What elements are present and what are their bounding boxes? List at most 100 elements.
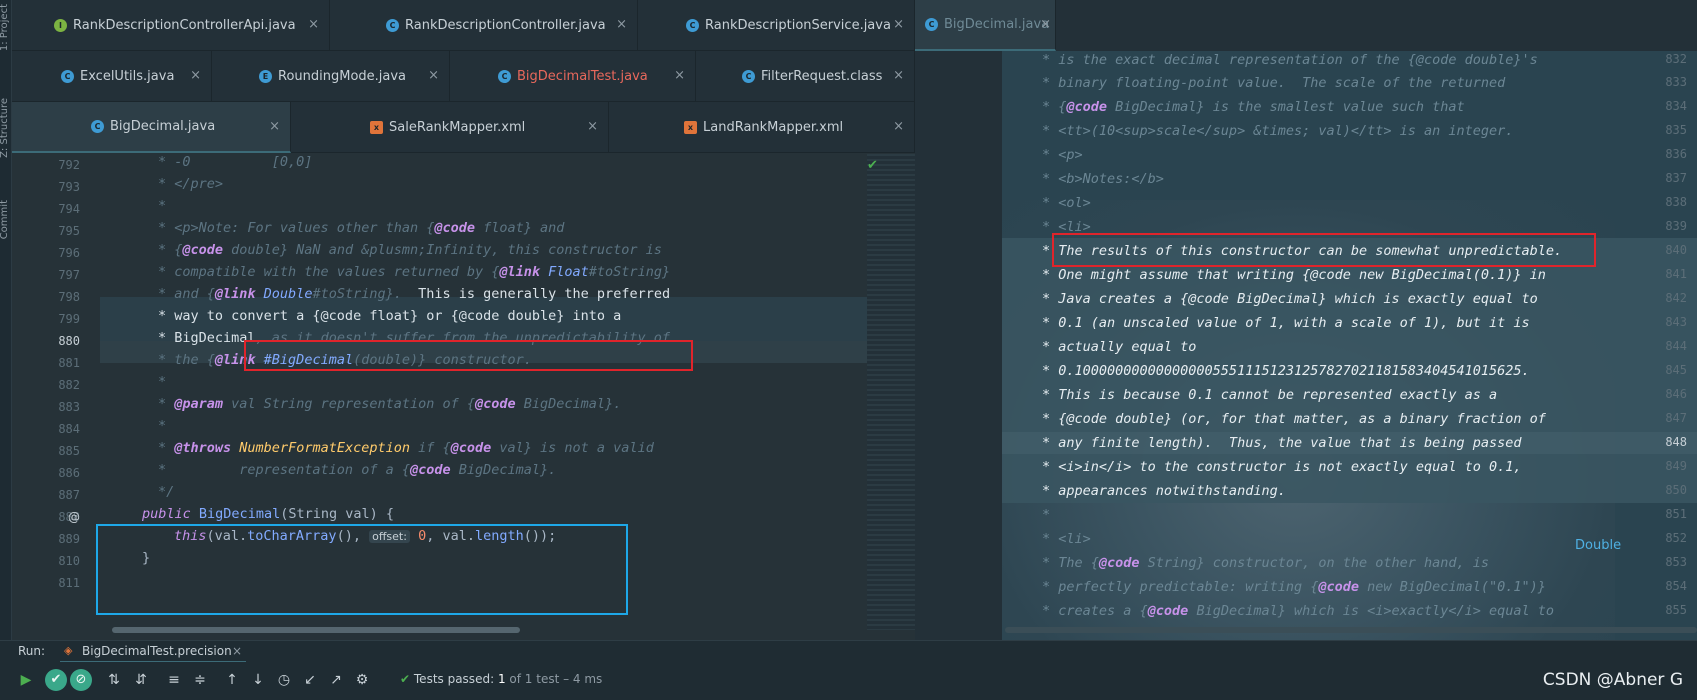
close-icon[interactable]: × <box>1040 17 1051 32</box>
import-tests-icon[interactable]: ↙ <box>300 670 320 690</box>
doc-tag: @link <box>499 264 541 280</box>
doc-link[interactable]: Float <box>540 264 589 280</box>
run-config-tab[interactable]: BigDecimalTest.precision <box>82 644 232 658</box>
tab-big-decimal-right[interactable]: C BigDecimal.java × <box>915 0 1056 51</box>
code-line: * representation of a {@code BigDecimal}… <box>158 462 556 478</box>
text: * <box>158 396 175 412</box>
editor-tab-row-1: I RankDescriptionControllerApi.java × C … <box>12 0 915 51</box>
next-test-icon[interactable]: ↓ <box>248 670 268 690</box>
code-line: * {@code double} (or, for that matter, a… <box>1042 411 1546 427</box>
close-icon[interactable]: × <box>893 17 904 32</box>
line-number: 845 <box>1665 363 1687 377</box>
text: * perfectly predictable: writing { <box>1042 579 1319 595</box>
doc-link[interactable]: Double <box>256 286 313 302</box>
tab-rank-description-service[interactable]: C RankDescriptionService.java × <box>638 0 915 51</box>
expand-all-icon[interactable]: ≡ <box>164 670 184 690</box>
line-number: 835 <box>1665 123 1687 137</box>
doc-tag: @code <box>182 242 224 258</box>
tab-big-decimal[interactable]: C BigDecimal.java × <box>12 102 291 153</box>
line-number: 853 <box>1665 555 1687 569</box>
code-line: * <li> <box>1042 531 1091 547</box>
previous-test-icon[interactable]: ↑ <box>222 670 242 690</box>
tab-rounding-mode[interactable]: E RoundingMode.java × <box>212 51 450 102</box>
implements-gutter-icon[interactable]: @ <box>68 510 80 524</box>
doc-tag: @code <box>1066 99 1108 115</box>
line-number: 884 <box>58 422 80 436</box>
horizontal-scrollbar[interactable] <box>1005 627 1697 633</box>
text: val} is not a valid <box>491 440 654 456</box>
close-icon[interactable]: × <box>428 68 439 83</box>
tab-sale-rank-mapper[interactable]: x SaleRankMapper.xml × <box>291 102 609 153</box>
test-class-icon: C <box>498 70 511 83</box>
text: * <p>Note: For values other than { <box>158 220 435 236</box>
line-number: 838 <box>1665 195 1687 209</box>
tab-big-decimal-test[interactable]: C BigDecimalTest.java × <box>450 51 696 102</box>
tab-label: BigDecimalTest.java <box>517 69 648 84</box>
sort-alpha-icon[interactable]: ⇅ <box>104 670 124 690</box>
history-icon[interactable]: ◷ <box>274 670 294 690</box>
close-icon[interactable]: × <box>674 68 685 83</box>
tab-label: LandRankMapper.xml <box>703 120 844 135</box>
rerun-icon[interactable]: ▶ <box>16 670 36 690</box>
text: * compatible with the values returned by… <box>158 264 500 280</box>
line-number: 792 <box>58 158 80 172</box>
line-number: 885 <box>58 444 80 458</box>
code-line: * binary floating-point value. The scale… <box>1042 75 1506 91</box>
line-number: 855 <box>1665 603 1687 617</box>
line-number: 887 <box>58 488 80 502</box>
tab-label: SaleRankMapper.xml <box>389 120 526 135</box>
line-number: 794 <box>58 202 80 216</box>
text: new BigDecimal("0.1")} <box>1358 579 1546 595</box>
horizontal-scrollbar[interactable] <box>112 627 520 633</box>
text: float} and <box>474 220 565 236</box>
constructor-name[interactable]: BigDecimal <box>199 506 280 522</box>
collapse-all-icon[interactable]: ≑ <box>190 670 210 690</box>
close-icon[interactable]: × <box>308 17 319 32</box>
text: String} constructor, on the other hand, … <box>1139 555 1490 571</box>
line-number: 851 <box>1665 507 1687 521</box>
code-line: * is the exact decimal representation of… <box>1042 52 1538 68</box>
tab-rank-description-controller-api[interactable]: I RankDescriptionControllerApi.java × <box>12 0 330 51</box>
text: #toString}. <box>312 286 419 302</box>
close-icon[interactable]: × <box>269 119 280 134</box>
doc-tag: @code <box>1147 603 1189 619</box>
code-line: * creates a {@code BigDecimal} which is … <box>1042 603 1554 619</box>
run-label: Run: <box>18 644 46 658</box>
line-number: 854 <box>1665 579 1687 593</box>
enum-icon: E <box>259 70 272 83</box>
blue-annotation-box <box>96 524 628 615</box>
tab-filter-request[interactable]: C FilterRequest.class × <box>696 51 915 102</box>
text: * The { <box>1042 555 1099 571</box>
close-icon[interactable]: × <box>190 68 201 83</box>
exception-type[interactable]: NumberFormatException <box>231 440 410 456</box>
code-line: * Java creates a {@code BigDecimal} whic… <box>1042 291 1538 307</box>
line-number: 798 <box>58 290 80 304</box>
line-number: 811 <box>58 576 80 590</box>
sort-duration-icon[interactable]: ⇵ <box>131 670 151 690</box>
inspection-ok-icon[interactable]: ✔ <box>867 158 878 173</box>
quick-doc-link[interactable]: Double <box>1575 538 1621 553</box>
close-icon[interactable]: × <box>616 17 627 32</box>
show-passed-icon[interactable]: ✔ <box>45 669 67 691</box>
settings-gear-icon[interactable]: ⚙ <box>352 670 372 690</box>
line-number: 797 <box>58 268 80 282</box>
close-icon[interactable]: × <box>232 644 242 658</box>
tab-rank-description-controller[interactable]: C RankDescriptionController.java × <box>330 0 638 51</box>
line-number: 846 <box>1665 387 1687 401</box>
close-icon[interactable]: × <box>893 68 904 83</box>
doc-tag: @throws <box>174 440 232 456</box>
code-line: * @param val String representation of {@… <box>158 396 621 412</box>
tab-label: RoundingMode.java <box>278 69 407 84</box>
tab-excel-utils[interactable]: C ExcelUtils.java × <box>12 51 212 102</box>
export-tests-icon[interactable]: ↗ <box>326 670 346 690</box>
code-line: * <ol> <box>1042 195 1091 211</box>
close-icon[interactable]: × <box>893 119 904 134</box>
tab-land-rank-mapper[interactable]: x LandRankMapper.xml × <box>609 102 915 153</box>
show-ignored-icon[interactable]: ⊘ <box>70 669 92 691</box>
text: * { <box>1042 99 1067 115</box>
code-line: public BigDecimal(String val) { <box>142 506 394 522</box>
code-minimap[interactable] <box>867 154 915 630</box>
close-icon[interactable]: × <box>587 119 598 134</box>
code-line: */ <box>158 484 175 500</box>
code-line: * <box>158 374 167 390</box>
